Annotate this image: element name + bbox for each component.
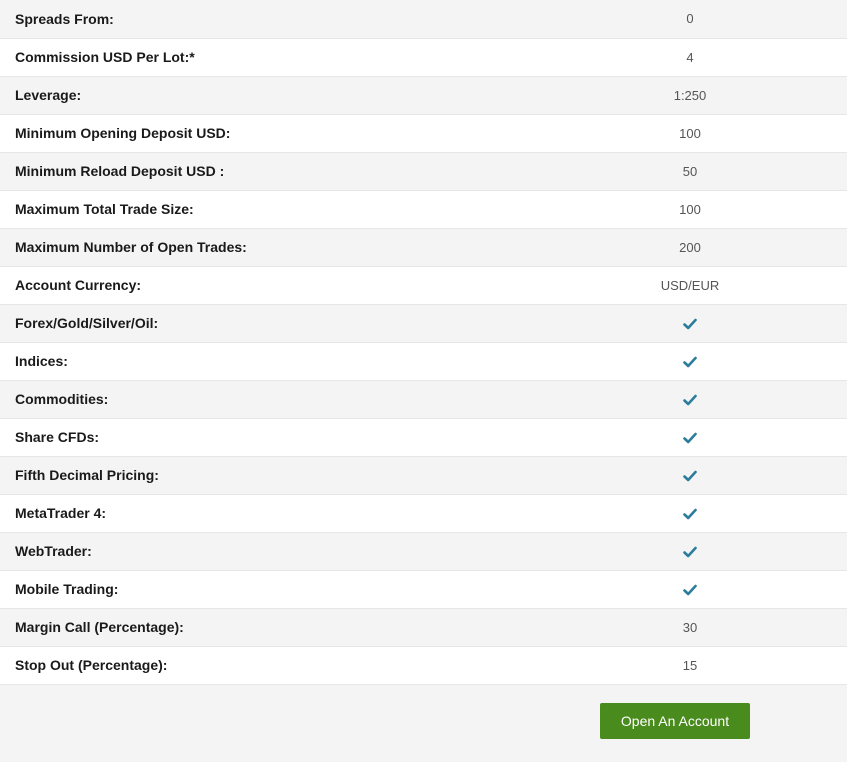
- spec-label: Minimum Opening Deposit USD:: [0, 114, 518, 153]
- spec-row: MetaTrader 4:: [0, 494, 847, 533]
- spec-label: Share CFDs:: [0, 418, 518, 457]
- spec-label: Commission USD Per Lot:*: [0, 38, 518, 77]
- account-spec-table: Spreads From: 0 Commission USD Per Lot:* 4 L…: [0, 0, 847, 685]
- spec-value-cell: 200: [518, 228, 847, 267]
- spec-label: Account Currency:: [0, 266, 518, 305]
- spec-label: Maximum Number of Open Trades:: [0, 228, 518, 267]
- spec-row: Maximum Total Trade Size: 100: [0, 190, 847, 229]
- spec-label: Forex/Gold/Silver/Oil:: [0, 304, 518, 343]
- spec-value: 100: [679, 125, 701, 141]
- check-icon: [518, 392, 847, 407]
- spec-label: MetaTrader 4:: [0, 494, 518, 533]
- spec-row: Commission USD Per Lot:* 4: [0, 38, 847, 77]
- spec-value-cell: 0: [518, 0, 847, 39]
- spec-value-cell: 1:250: [518, 76, 847, 115]
- spec-value: 200: [679, 239, 701, 255]
- check-icon: [518, 506, 847, 521]
- spec-row: Indices:: [0, 342, 847, 381]
- spec-row: Forex/Gold/Silver/Oil:: [0, 304, 847, 343]
- spec-value-cell: [518, 304, 847, 343]
- spec-value-cell: 4: [518, 38, 847, 77]
- check-icon: [518, 354, 847, 369]
- spec-label: Spreads From:: [0, 0, 518, 39]
- spec-value: 0: [686, 11, 694, 27]
- spec-row: WebTrader:: [0, 532, 847, 571]
- spec-row: Minimum Reload Deposit USD : 50: [0, 152, 847, 191]
- spec-label: Fifth Decimal Pricing:: [0, 456, 518, 495]
- spec-row: Share CFDs:: [0, 418, 847, 457]
- check-icon: [518, 582, 847, 597]
- spec-value: 100: [679, 201, 701, 217]
- spec-row: Margin Call (Percentage): 30: [0, 608, 847, 647]
- spec-label: Margin Call (Percentage):: [0, 608, 518, 647]
- spec-row: Minimum Opening Deposit USD: 100: [0, 114, 847, 153]
- spec-row: Spreads From: 0: [0, 0, 847, 39]
- spec-value-cell: USD/EUR: [518, 266, 847, 305]
- spec-value-cell: 50: [518, 152, 847, 191]
- spec-value: 1:250: [673, 87, 707, 103]
- open-account-button[interactable]: Open An Account: [600, 702, 750, 739]
- spec-value-cell: 15: [518, 646, 847, 685]
- spec-value-cell: 30: [518, 608, 847, 647]
- spec-value-cell: 100: [518, 114, 847, 153]
- spec-label: Indices:: [0, 342, 518, 381]
- spec-row: Stop Out (Percentage): 15: [0, 646, 847, 685]
- spec-row: Mobile Trading:: [0, 570, 847, 609]
- spec-value: USD/EUR: [660, 277, 720, 293]
- spec-value-cell: 100: [518, 190, 847, 229]
- spec-label: Stop Out (Percentage):: [0, 646, 518, 685]
- spec-value: 50: [682, 163, 698, 179]
- spec-value-cell: [518, 342, 847, 381]
- spec-value-cell: [518, 570, 847, 609]
- spec-label: WebTrader:: [0, 532, 518, 571]
- spec-value: 15: [682, 657, 698, 673]
- spec-row: Account Currency: USD/EUR: [0, 266, 847, 305]
- check-icon: [518, 316, 847, 331]
- spec-label: Mobile Trading:: [0, 570, 518, 609]
- spec-value-cell: [518, 532, 847, 571]
- spec-value: 4: [686, 49, 694, 65]
- spec-value-cell: [518, 456, 847, 495]
- spec-row: Fifth Decimal Pricing:: [0, 456, 847, 495]
- spec-value: 30: [682, 619, 698, 635]
- spec-label: Maximum Total Trade Size:: [0, 190, 518, 229]
- spec-row: Leverage: 1:250: [0, 76, 847, 115]
- check-icon: [518, 430, 847, 445]
- spec-row: Maximum Number of Open Trades: 200: [0, 228, 847, 267]
- spec-value-cell: [518, 418, 847, 457]
- spec-table-body: Spreads From: 0 Commission USD Per Lot:* 4 L…: [0, 0, 847, 685]
- spec-value-cell: [518, 380, 847, 419]
- spec-value-cell: [518, 494, 847, 533]
- spec-label: Minimum Reload Deposit USD :: [0, 152, 518, 191]
- check-icon: [518, 468, 847, 483]
- spec-label: Commodities:: [0, 380, 518, 419]
- footer-bar: Open An Account: [0, 684, 847, 762]
- spec-label: Leverage:: [0, 76, 518, 115]
- check-icon: [518, 544, 847, 559]
- spec-row: Commodities:: [0, 380, 847, 419]
